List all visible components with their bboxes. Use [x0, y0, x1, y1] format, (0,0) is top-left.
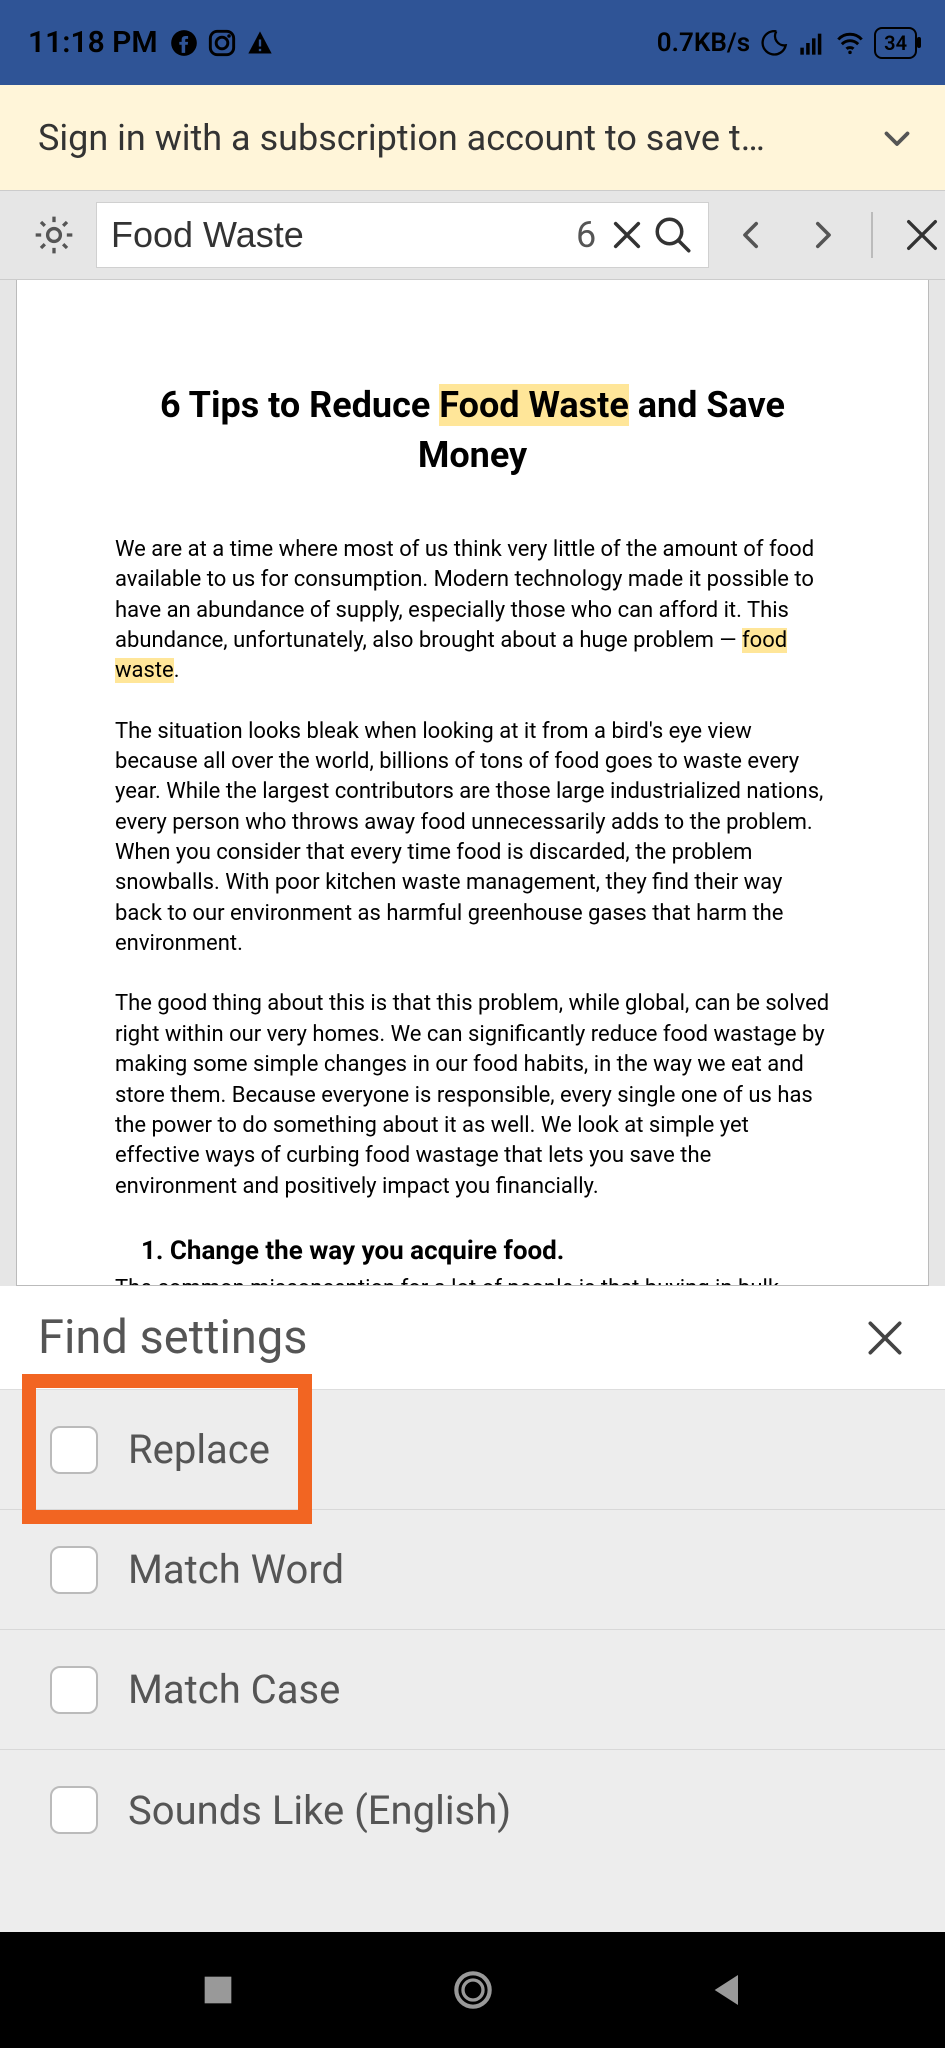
- doc-paragraph: The good thing about this is that this p…: [115, 989, 830, 1202]
- recents-button[interactable]: [198, 1970, 238, 2010]
- search-input[interactable]: [111, 214, 576, 256]
- highlighted-text: Food Waste: [439, 384, 629, 426]
- option-match-case[interactable]: Match Case: [0, 1630, 945, 1750]
- data-rate: 0.7KB/s: [657, 28, 750, 58]
- close-icon: [863, 1316, 907, 1360]
- close-icon: [902, 215, 942, 255]
- android-navbar: [0, 1932, 945, 2048]
- document-area: 6 Tips to Reduce Food Waste and Save Mon…: [0, 280, 945, 1286]
- chevron-down-icon: [879, 120, 915, 156]
- square-icon: [198, 1970, 238, 2010]
- instagram-icon: [208, 29, 236, 57]
- triangle-left-icon: [708, 1970, 748, 2010]
- chevron-right-icon: [805, 218, 839, 252]
- moon-icon: [760, 29, 788, 57]
- find-toolbar: 6: [0, 190, 945, 280]
- option-label: Match Word: [128, 1546, 344, 1593]
- panel-close-button[interactable]: [863, 1316, 907, 1360]
- checkbox[interactable]: [50, 1426, 98, 1474]
- option-label: Sounds Like (English): [128, 1787, 511, 1834]
- option-replace[interactable]: Replace: [0, 1390, 945, 1510]
- chevron-left-icon: [735, 218, 769, 252]
- circle-icon: [453, 1970, 493, 2010]
- checkbox[interactable]: [50, 1546, 98, 1594]
- clear-search-button[interactable]: [610, 218, 644, 252]
- doc-paragraph: The situation looks bleak when looking a…: [115, 717, 830, 960]
- facebook-icon: [170, 29, 198, 57]
- find-close-button[interactable]: [887, 215, 945, 255]
- signal-icon: [798, 29, 826, 57]
- doc-heading: 1. Change the way you acquire food.: [141, 1236, 830, 1266]
- search-result-count: 6: [576, 214, 596, 256]
- search-box: 6: [96, 202, 709, 268]
- search-button[interactable]: [644, 214, 694, 256]
- doc-title: 6 Tips to Reduce Food Waste and Save Mon…: [115, 380, 830, 481]
- status-left: 11:18 PM: [28, 25, 274, 60]
- text-run: The common misconception for a lot of pe…: [115, 1276, 802, 1286]
- find-settings-panel: Find settings Replace Match Word Match C…: [0, 1286, 945, 2029]
- divider: [871, 212, 873, 258]
- close-icon: [610, 218, 644, 252]
- search-icon: [652, 214, 694, 256]
- status-time: 11:18 PM: [28, 25, 158, 60]
- status-right: 0.7KB/s 34: [657, 27, 917, 59]
- doc-paragraph: We are at a time where most of us think …: [115, 535, 830, 687]
- gear-icon: [32, 213, 76, 257]
- find-next-button[interactable]: [787, 218, 857, 252]
- signin-banner[interactable]: Sign in with a subscription account to s…: [0, 85, 945, 190]
- wifi-icon: [836, 29, 864, 57]
- find-settings-button[interactable]: [20, 213, 88, 257]
- checkbox[interactable]: [50, 1666, 98, 1714]
- panel-title: Find settings: [38, 1310, 308, 1365]
- option-sounds-like[interactable]: Sounds Like (English): [0, 1750, 945, 1870]
- document-page[interactable]: 6 Tips to Reduce Food Waste and Save Mon…: [16, 280, 929, 1286]
- status-notification-icons: [170, 29, 274, 57]
- text-run: We are at a time where most of us think …: [115, 537, 814, 653]
- banner-text: Sign in with a subscription account to s…: [38, 117, 765, 159]
- option-label: Match Case: [128, 1666, 340, 1713]
- checkbox[interactable]: [50, 1786, 98, 1834]
- text-run: .: [174, 658, 180, 683]
- home-button[interactable]: [453, 1970, 493, 2010]
- status-bar: 11:18 PM 0.7KB/s 34: [0, 0, 945, 85]
- title-part: 6 Tips to Reduce: [160, 384, 439, 426]
- option-match-word[interactable]: Match Word: [0, 1510, 945, 1630]
- panel-header: Find settings: [0, 1286, 945, 1389]
- find-prev-button[interactable]: [717, 218, 787, 252]
- doc-paragraph: The common misconception for a lot of pe…: [115, 1274, 830, 1286]
- back-button[interactable]: [708, 1970, 748, 2010]
- option-label: Replace: [128, 1426, 270, 1473]
- warning-icon: [246, 29, 274, 57]
- battery-indicator: 34: [874, 27, 917, 59]
